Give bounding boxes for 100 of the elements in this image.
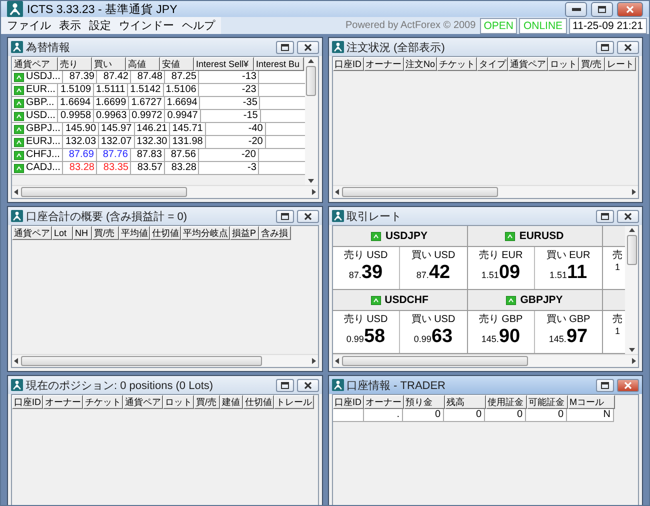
column-header[interactable]: 残高 xyxy=(444,395,486,409)
column-header[interactable]: タイプ xyxy=(477,57,508,71)
restore-button[interactable] xyxy=(276,40,294,54)
close-button[interactable] xyxy=(617,210,639,222)
column-header[interactable]: 売り xyxy=(58,57,92,71)
column-header[interactable]: NH xyxy=(73,226,92,240)
rate-tile[interactable]: USDJPY 売り USD 87.39 買い USD 87.42 xyxy=(332,226,468,290)
column-header[interactable]: 高値 xyxy=(126,57,160,71)
column-header[interactable]: 買い xyxy=(92,57,126,71)
scrollbar-thumb[interactable] xyxy=(342,356,528,366)
column-header[interactable]: 買/売 xyxy=(194,395,220,409)
scrollbar-thumb[interactable] xyxy=(306,66,316,96)
column-header[interactable]: チケット xyxy=(437,57,478,71)
minimize-button[interactable] xyxy=(565,2,587,16)
rate-tile[interactable]: EURUSD 売り EUR 1.5109 買い EUR 1.5111 xyxy=(468,226,602,290)
column-header[interactable]: 口座ID xyxy=(12,395,43,409)
column-header[interactable]: 通貨ペア xyxy=(123,395,163,409)
menu-item[interactable]: 表示 xyxy=(55,18,85,33)
close-icon xyxy=(624,382,632,388)
column-header[interactable]: 使用証金 xyxy=(486,395,526,409)
column-header[interactable]: 通貨ペア xyxy=(12,57,58,71)
close-button[interactable] xyxy=(296,210,318,222)
column-header[interactable]: トレール xyxy=(274,395,314,409)
menu-item[interactable]: ファイル xyxy=(3,18,55,33)
close-button[interactable] xyxy=(617,40,639,54)
column-header[interactable]: 可能証金 xyxy=(526,395,568,409)
column-header[interactable]: 建値 xyxy=(220,395,243,409)
scroll-right-icon[interactable] xyxy=(312,358,316,364)
scroll-left-icon[interactable] xyxy=(334,358,338,364)
menu-item[interactable]: ウインドー xyxy=(115,18,178,33)
restore-button[interactable] xyxy=(596,40,614,54)
sell-quote[interactable]: 売り USD 87.39 xyxy=(332,247,400,289)
column-header[interactable]: 買/売 xyxy=(92,226,119,240)
column-header[interactable]: 仕切値 xyxy=(243,395,274,409)
column-header[interactable]: ロット xyxy=(548,57,580,71)
restore-button[interactable] xyxy=(596,210,614,222)
buy-quote[interactable]: 買い USD 87.42 xyxy=(400,247,466,289)
column-header[interactable]: 注文No xyxy=(404,57,438,71)
close-button[interactable] xyxy=(296,378,318,392)
restore-icon xyxy=(601,44,609,50)
sell-quote[interactable]: 売り EUR 1.5109 xyxy=(468,247,535,289)
scroll-right-icon[interactable] xyxy=(632,358,636,364)
column-header[interactable]: チケット xyxy=(83,395,123,409)
restore-button[interactable] xyxy=(596,378,614,392)
close-button[interactable] xyxy=(296,40,318,54)
column-header[interactable]: Interest Sell¥ xyxy=(194,57,254,71)
column-header[interactable]: レート xyxy=(605,57,636,71)
scroll-down-icon[interactable] xyxy=(628,348,634,352)
scrollbar-thumb[interactable] xyxy=(626,235,636,265)
column-header[interactable]: 預り金 xyxy=(404,395,444,409)
column-header[interactable]: 仕切値 xyxy=(150,226,181,240)
column-header[interactable]: 通貨ペア xyxy=(508,57,548,71)
column-header[interactable]: Lot xyxy=(52,226,73,240)
table-cell: 0 xyxy=(484,409,526,422)
buy-quote[interactable]: 買い GBP 145.97 xyxy=(535,311,602,353)
buy-quote[interactable]: 買い USD 0.9963 xyxy=(400,311,466,353)
column-header[interactable]: 買/売 xyxy=(579,57,606,71)
sell-quote[interactable]: 売り USD 0.9958 xyxy=(332,311,400,353)
column-header[interactable]: オーナー xyxy=(364,395,404,409)
restore-button[interactable] xyxy=(276,210,294,222)
sell-quote[interactable]: 売り GBP 145.90 xyxy=(468,311,535,353)
column-header[interactable]: 平均値 xyxy=(119,226,150,240)
rate-tile[interactable]: USDCHF 売り USD 0.9958 買い USD 0.9963 xyxy=(332,290,468,354)
scroll-right-icon[interactable] xyxy=(312,189,316,195)
horizontal-scrollbar[interactable] xyxy=(12,354,318,367)
column-header[interactable]: 口座ID xyxy=(332,395,364,409)
restore-button[interactable] xyxy=(591,2,613,16)
scroll-up-icon[interactable] xyxy=(628,228,634,232)
column-header[interactable]: 含み損 xyxy=(259,226,291,240)
column-header[interactable]: 口座ID xyxy=(332,57,364,71)
scrollbar-thumb[interactable] xyxy=(21,187,187,197)
column-header[interactable]: オーナー xyxy=(364,57,404,71)
vertical-scrollbar[interactable] xyxy=(625,226,638,354)
scroll-down-icon[interactable] xyxy=(308,179,314,183)
scrollbar-thumb[interactable] xyxy=(21,356,262,366)
scroll-up-icon[interactable] xyxy=(308,59,314,63)
scroll-right-icon[interactable] xyxy=(632,189,636,195)
buy-quote[interactable]: 買い EUR 1.5111 xyxy=(535,247,602,289)
scroll-left-icon[interactable] xyxy=(14,358,18,364)
column-header[interactable]: Interest Bu xyxy=(254,57,304,71)
scrollbar-thumb[interactable] xyxy=(342,187,498,197)
column-header[interactable]: 安値 xyxy=(160,57,194,71)
column-header[interactable]: Mコール xyxy=(568,395,614,409)
column-header[interactable]: 通貨ペア xyxy=(12,226,52,240)
horizontal-scrollbar[interactable] xyxy=(12,185,318,198)
column-header[interactable]: 平均分岐点 xyxy=(181,226,230,240)
rate-tile[interactable]: 売 1 xyxy=(602,226,625,290)
column-header[interactable]: オーナー xyxy=(43,395,83,409)
restore-button[interactable] xyxy=(276,378,294,392)
scroll-left-icon[interactable] xyxy=(334,189,338,195)
horizontal-scrollbar[interactable] xyxy=(332,354,638,367)
column-header[interactable]: ロット xyxy=(163,395,194,409)
rate-tile[interactable]: GBPJPY 売り GBP 145.90 買い GBP 145.97 xyxy=(468,290,602,354)
column-header[interactable]: 損益P xyxy=(230,226,259,240)
menu-item[interactable]: ヘルプ xyxy=(178,18,219,33)
menu-item[interactable]: 設定 xyxy=(85,18,115,33)
horizontal-scrollbar[interactable] xyxy=(332,185,638,198)
rate-tile[interactable]: 売 1 xyxy=(602,290,625,354)
scroll-left-icon[interactable] xyxy=(14,189,18,195)
vertical-scrollbar[interactable] xyxy=(304,57,318,185)
